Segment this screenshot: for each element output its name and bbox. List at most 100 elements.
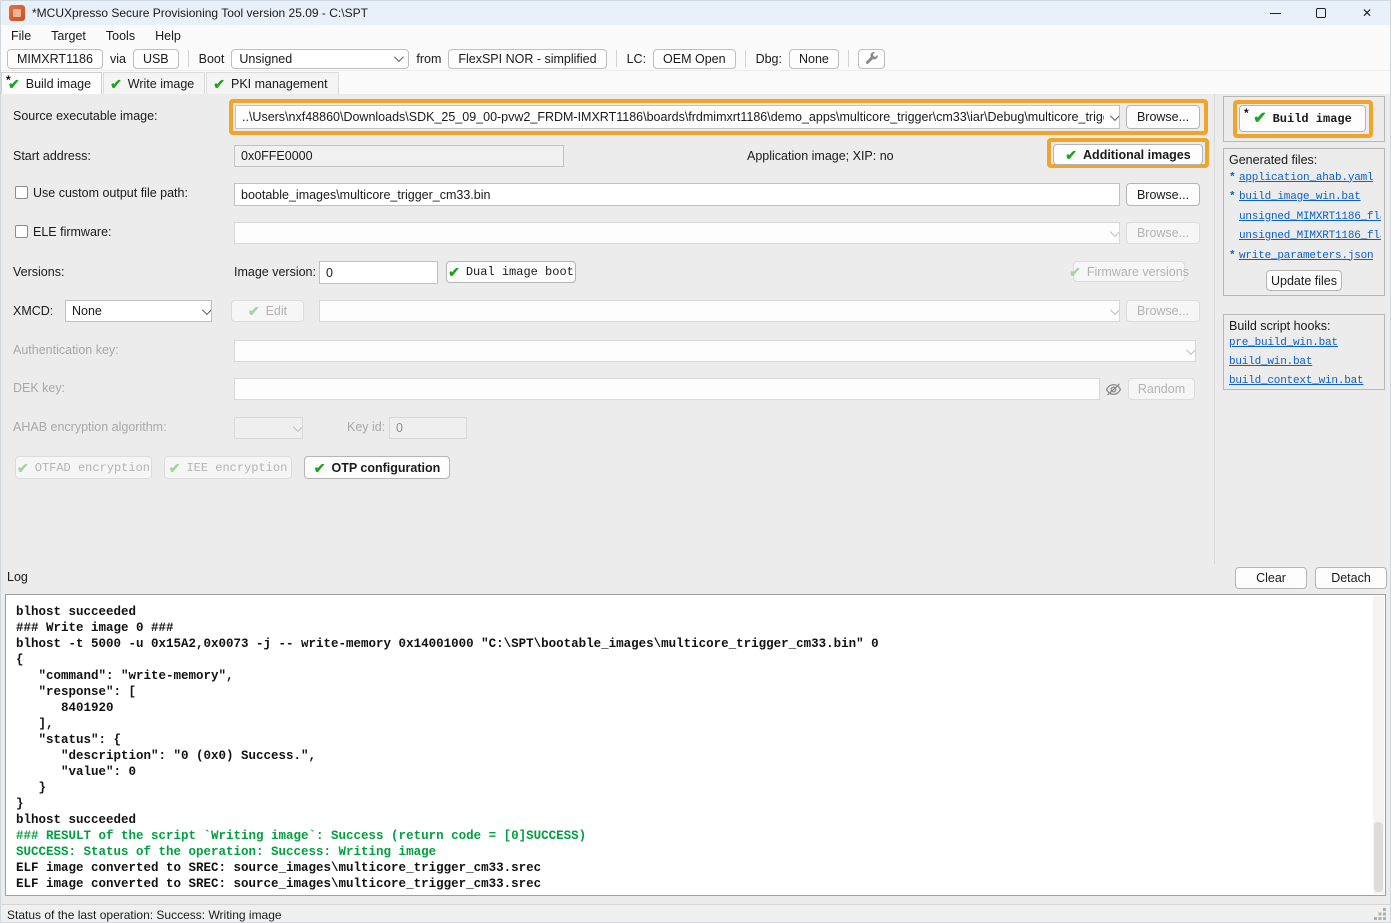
generated-file-link[interactable]: application_ahab.yaml <box>1239 172 1373 184</box>
source-browse-button[interactable]: Browse... <box>1126 105 1200 129</box>
boot-device-button[interactable]: FlexSPI NOR - simplified <box>448 49 606 69</box>
toolbar-separator <box>616 50 617 67</box>
check-icon: ✔ <box>110 77 122 91</box>
ele-firmware-label: ELE firmware: <box>33 225 112 239</box>
xmcd-browse-button: Browse... <box>1126 300 1200 322</box>
otp-configuration-button[interactable]: ✔ OTP configuration <box>304 456 450 479</box>
check-icon: ✔ <box>314 461 326 475</box>
log-section: Log Clear Detach blhost succeeded### Wri… <box>1 564 1390 904</box>
versions-label: Versions: <box>13 265 64 279</box>
generated-file-row: unsigned_MIMXRT1186_fla <box>1229 230 1381 243</box>
log-lines: blhost succeeded### Write image 0 ###blh… <box>6 595 1385 896</box>
xmcd-value: None <box>72 304 196 318</box>
tab-label: Write image <box>128 77 194 91</box>
generated-file-link[interactable]: build_image_win.bat <box>1239 191 1361 203</box>
tab-label: Build image <box>26 77 91 91</box>
scrollbar-thumb[interactable] <box>1374 822 1383 892</box>
toolbar-separator <box>848 50 849 67</box>
custom-output-field[interactable]: bootable_images\multicore_trigger_cm33.b… <box>234 183 1120 206</box>
boot-type-value: Unsigned <box>239 52 388 66</box>
update-files-button[interactable]: Update files <box>1266 270 1342 291</box>
generated-file-link[interactable]: write_parameters.json <box>1239 250 1373 262</box>
generated-file-row: * application_ahab.yaml <box>1229 171 1381 184</box>
log-detach-button[interactable]: Detach <box>1315 567 1387 589</box>
menu-item[interactable]: Tools <box>98 26 143 46</box>
build-script-hooks-list: pre_build_win.bat build_win.bat build_cont… <box>1229 337 1381 387</box>
generated-file-link[interactable]: unsigned_MIMXRT1186_fla <box>1239 211 1381 223</box>
hook-script-link[interactable]: build_context_win.bat <box>1229 375 1381 387</box>
log-line: blhost succeeded <box>16 812 1375 828</box>
device-button[interactable]: MIMXRT1186 <box>7 49 103 69</box>
build-script-hooks-title: Build script hooks: <box>1229 319 1330 333</box>
iee-encryption-button: ✔ IEE encryption <box>164 456 292 479</box>
status-text: Status of the last operation: Success: W… <box>7 908 282 922</box>
hook-script-link[interactable]: pre_build_win.bat <box>1229 337 1381 349</box>
menu-item[interactable]: File <box>3 26 39 46</box>
log-line: "description": "0 (0x0) Success.", <box>16 748 1375 764</box>
minimize-button[interactable] <box>1252 1 1298 25</box>
custom-output-label: Use custom output file path: <box>33 186 188 200</box>
chevron-down-icon <box>202 305 212 315</box>
chevron-down-icon <box>1110 227 1120 237</box>
additional-images-label: Additional images <box>1083 148 1191 162</box>
maximize-button[interactable] <box>1298 1 1344 25</box>
ahab-algorithm-label: AHAB encryption algorithm: <box>13 420 167 434</box>
log-line: "value": 0 <box>16 764 1375 780</box>
dual-image-boot-label: Dual image boot <box>466 265 574 279</box>
connection-button[interactable]: USB <box>133 49 179 69</box>
debugger-button[interactable]: None <box>789 49 839 69</box>
menu-item[interactable]: Help <box>147 26 189 46</box>
otp-configuration-label: OTP configuration <box>331 461 440 475</box>
build-image-label: Build image <box>1273 112 1352 126</box>
dual-image-boot-button[interactable]: ✔ Dual image boot <box>446 261 576 283</box>
check-icon: ✔ <box>1065 148 1077 162</box>
dbg-label: Dbg: <box>755 52 783 66</box>
check-icon: ✔ <box>1253 111 1266 127</box>
otfad-encryption-button: ✔ OTFAD encryption <box>15 456 152 479</box>
log-line: "response": [ <box>16 684 1375 700</box>
xmcd-select[interactable]: None <box>65 300 212 322</box>
build-image-button[interactable]: * ✔ Build image <box>1239 105 1366 132</box>
log-title: Log <box>7 570 28 584</box>
log-line: } <box>16 780 1375 796</box>
image-version-label: Image version: <box>234 265 316 279</box>
additional-images-button[interactable]: ✔ Additional images <box>1053 144 1203 165</box>
check-icon: ✔ <box>17 461 29 475</box>
log-line: 8401920 <box>16 700 1375 716</box>
wrench-icon <box>864 51 879 66</box>
tab-label: PKI management <box>231 77 328 91</box>
close-button[interactable]: ✕ <box>1344 1 1390 25</box>
toolbar: MIMXRT1186 via USB Boot Unsigned from Fl… <box>1 47 1390 71</box>
custom-output-checkbox[interactable] <box>15 186 28 199</box>
menu-item[interactable]: Target <box>43 26 94 46</box>
boot-label: Boot <box>198 52 226 66</box>
resize-grip-icon[interactable] <box>1374 908 1387 921</box>
otfad-encryption-label: OTFAD encryption <box>35 461 150 475</box>
ele-firmware-checkbox[interactable] <box>15 225 28 238</box>
start-address-label: Start address: <box>13 149 91 163</box>
log-scrollbar[interactable] <box>1373 596 1384 894</box>
dek-key-label: DEK key: <box>13 381 65 395</box>
settings-wrench-button[interactable] <box>858 49 885 69</box>
tab-build-image[interactable]: * ✔ Build image <box>1 72 102 94</box>
tab-pki-management[interactable]: ✔ PKI management <box>206 72 338 94</box>
log-line: ELF image converted to SREC: source_imag… <box>16 876 1375 892</box>
xip-info-text: Application image; XIP: no <box>747 149 894 163</box>
log-line: "status": { <box>16 732 1375 748</box>
minimize-icon <box>1270 13 1281 14</box>
image-version-field[interactable]: 0 <box>319 261 438 284</box>
log-line: ELF image converted to SREC: source_imag… <box>16 860 1375 876</box>
menu-bar: FileTargetToolsHelp <box>1 25 1390 47</box>
log-output[interactable]: blhost succeeded### Write image 0 ###blh… <box>5 594 1386 896</box>
log-clear-button[interactable]: Clear <box>1235 567 1307 589</box>
source-image-path: ..\Users\nxf48860\Downloads\SDK_25_09_00… <box>242 110 1104 124</box>
boot-type-select[interactable]: Unsigned <box>231 49 409 69</box>
lifecycle-button[interactable]: OEM Open <box>653 49 736 69</box>
hook-script-link[interactable]: build_win.bat <box>1229 356 1381 368</box>
source-image-combo[interactable]: ..\Users\nxf48860\Downloads\SDK_25_09_00… <box>235 105 1120 129</box>
check-icon: ✔ <box>169 461 181 475</box>
custom-output-browse-button[interactable]: Browse... <box>1126 183 1200 206</box>
firmware-versions-button: ✔ Firmware versions <box>1073 261 1185 282</box>
generated-file-link[interactable]: unsigned_MIMXRT1186_fla <box>1239 230 1381 242</box>
tab-write-image[interactable]: ✔ Write image <box>103 72 205 94</box>
